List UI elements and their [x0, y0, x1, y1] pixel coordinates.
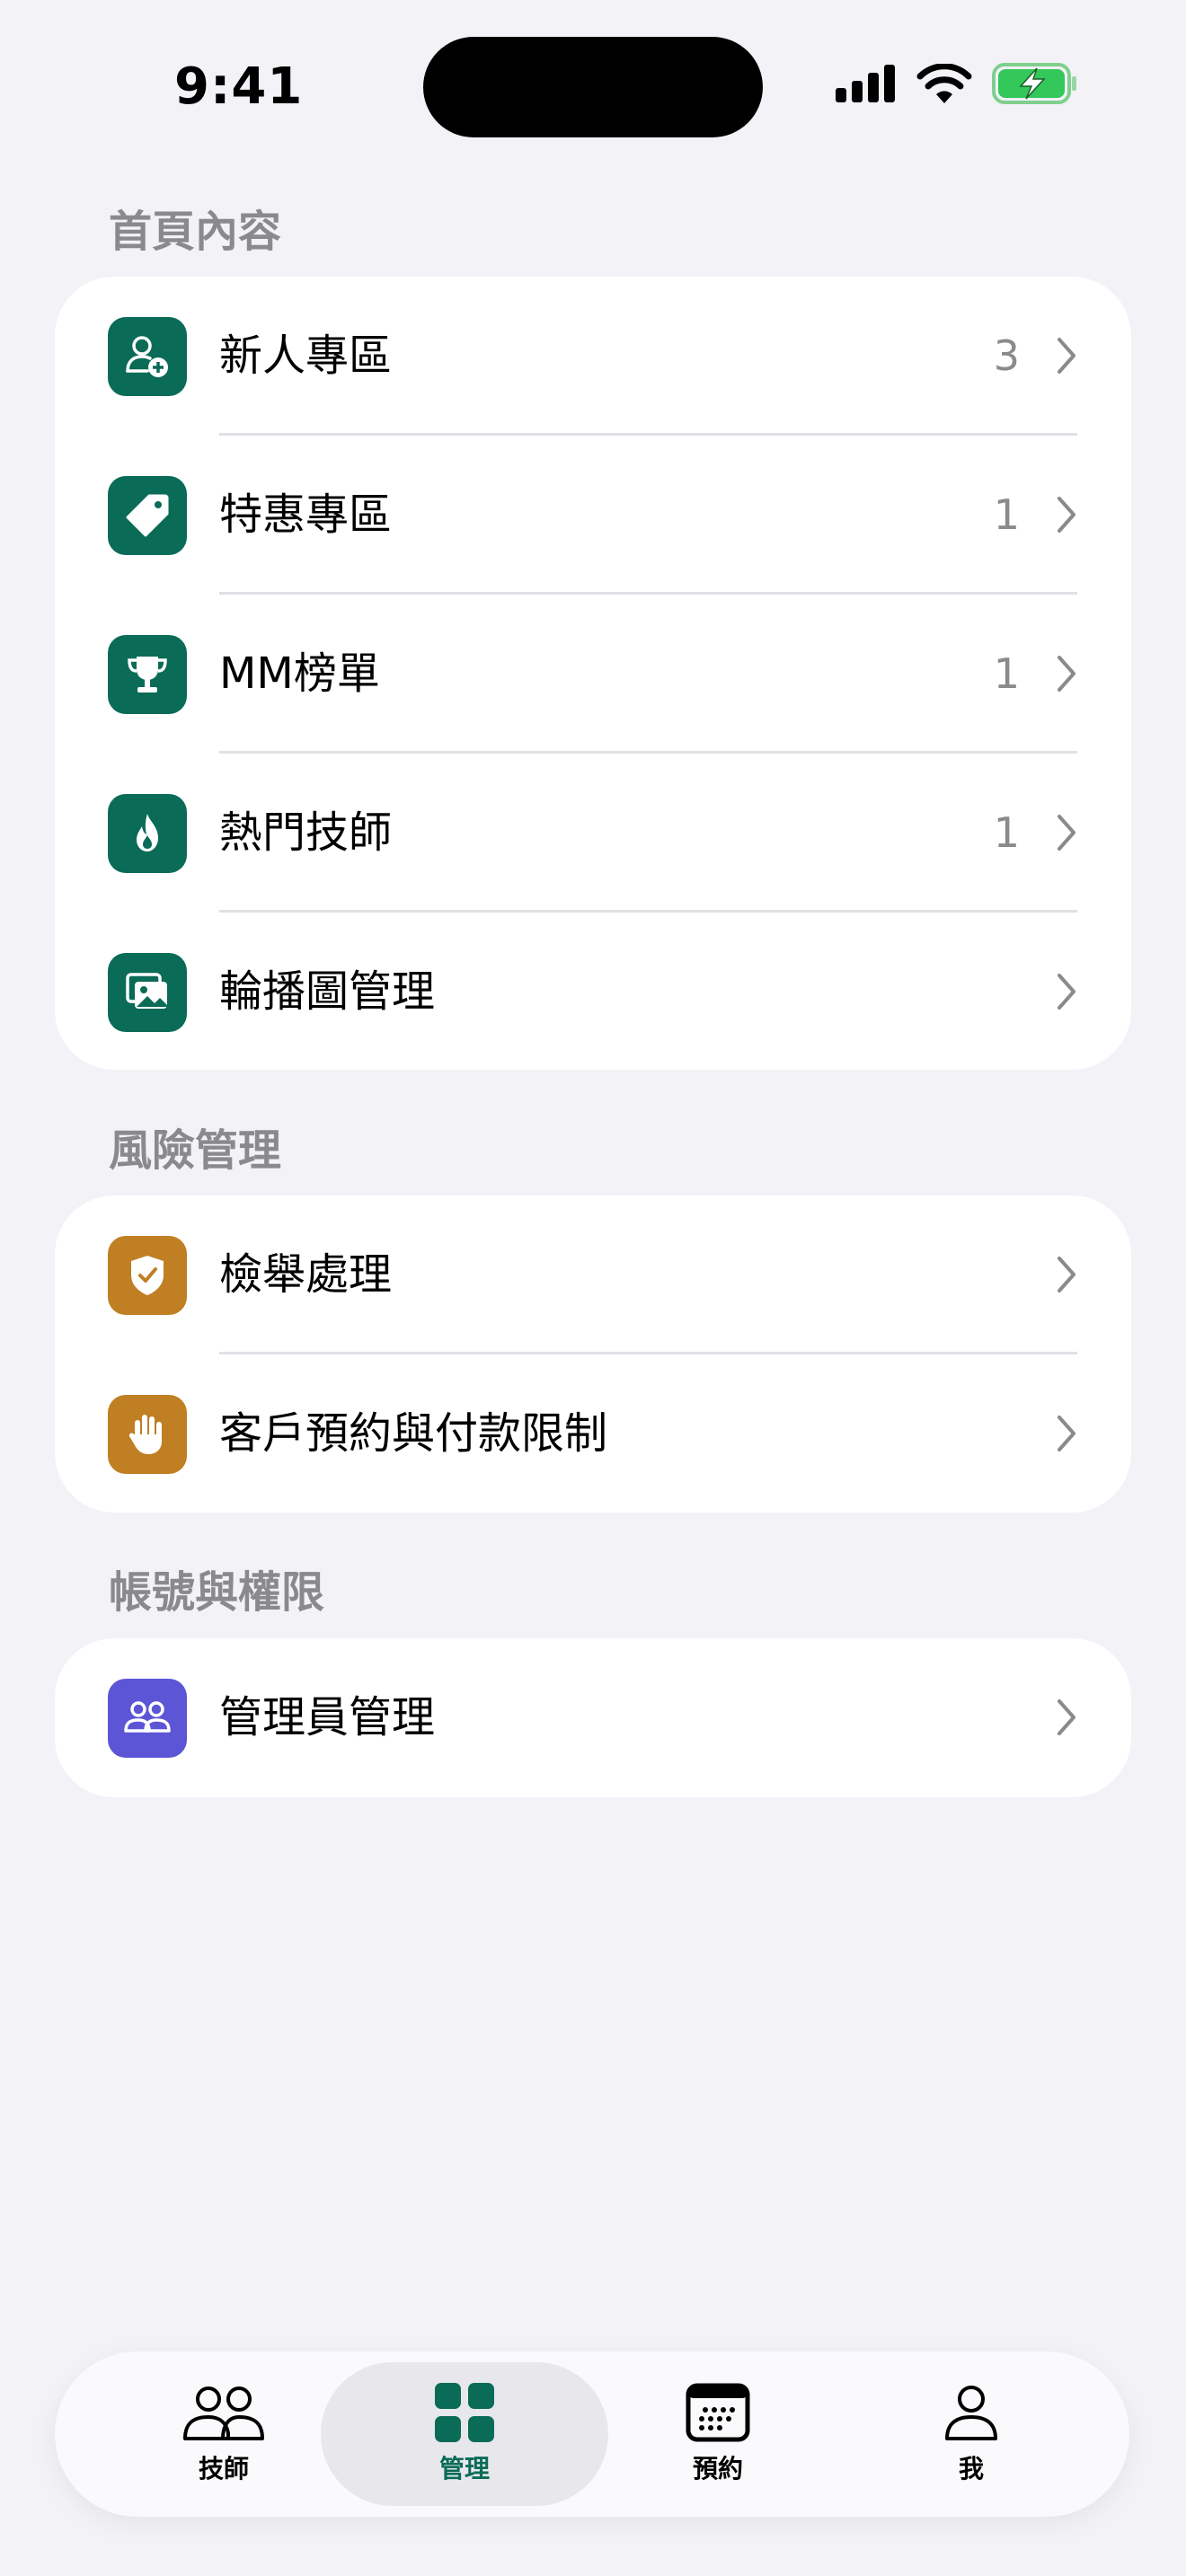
list-item-admin-management[interactable]: 管理員管理	[55, 1638, 1131, 1797]
list-item-label: 特惠專區	[219, 490, 393, 540]
list-item-label: 管理員管理	[219, 1692, 436, 1742]
chevron-right-icon	[1058, 1699, 1075, 1735]
person-icon	[945, 2386, 997, 2440]
home-content-card: 新人專區 3 特惠專區 1 MM榜單 1 熱門技師 1 輪播圖管理	[55, 277, 1131, 1070]
tab-label: 技師	[198, 2454, 249, 2483]
tab-label: 預約	[692, 2454, 743, 2483]
trophy-icon	[108, 635, 187, 714]
battery-charging-icon	[992, 63, 1076, 104]
tab-label: 我	[958, 2454, 984, 2483]
tab-bar: 技師 管理 預約 我	[55, 2351, 1129, 2517]
status-icons	[836, 63, 1078, 104]
chevron-right-icon	[1058, 815, 1075, 851]
tag-icon	[108, 476, 187, 555]
list-item-label: 客戶預約與付款限制	[219, 1408, 608, 1459]
tab-technicians[interactable]: 技師	[93, 2351, 354, 2517]
photo-stack-icon	[108, 953, 187, 1032]
calendar-icon	[686, 2383, 750, 2442]
people-icon	[108, 1679, 187, 1758]
list-item-count: 1	[993, 649, 1020, 698]
flame-icon	[108, 794, 187, 873]
tab-me[interactable]: 我	[841, 2351, 1102, 2517]
chevron-right-icon	[1058, 497, 1075, 533]
list-item-label: 熱門技師	[219, 807, 393, 858]
grid-icon	[435, 2383, 494, 2442]
hand-stop-icon	[108, 1395, 187, 1474]
list-item-count: 3	[993, 331, 1020, 380]
section-title-risk: 風險管理	[109, 1125, 282, 1176]
tab-bookings[interactable]: 預約	[588, 2351, 848, 2517]
list-item-count: 1	[993, 490, 1020, 539]
list-item-label: 輪播圖管理	[219, 966, 436, 1017]
section-title-account: 帳號與權限	[109, 1567, 325, 1618]
list-item-popular-technicians[interactable]: 熱門技師 1	[55, 754, 1131, 913]
dynamic-island	[423, 37, 763, 137]
chevron-right-icon	[1058, 656, 1075, 692]
list-item-mm-ranking[interactable]: MM榜單 1	[55, 595, 1131, 754]
shield-check-icon	[108, 1236, 187, 1315]
account-permissions-card: 管理員管理	[55, 1638, 1131, 1797]
list-item-label: 檢舉處理	[219, 1249, 393, 1300]
cellular-signal-icon	[836, 65, 895, 102]
people-icon	[183, 2386, 264, 2440]
chevron-right-icon	[1058, 338, 1075, 374]
list-item-label: 新人專區	[219, 331, 393, 381]
chevron-right-icon	[1058, 974, 1075, 1010]
wifi-icon	[916, 64, 972, 103]
list-item-special-offer[interactable]: 特惠專區 1	[55, 436, 1131, 595]
list-item-carousel-management[interactable]: 輪播圖管理	[55, 913, 1131, 1070]
list-item-label: MM榜單	[219, 648, 380, 699]
section-title-home: 首頁內容	[109, 207, 282, 257]
chevron-right-icon	[1058, 1416, 1075, 1451]
person-add-icon	[108, 317, 187, 396]
chevron-right-icon	[1058, 1257, 1075, 1292]
tab-label: 管理	[438, 2454, 490, 2483]
status-time: 9:41	[174, 57, 304, 116]
list-item-newcomer[interactable]: 新人專區 3	[55, 277, 1131, 436]
list-item-report-handling[interactable]: 檢舉處理	[55, 1195, 1131, 1354]
list-item-count: 1	[993, 808, 1020, 857]
risk-management-card: 檢舉處理 客戶預約與付款限制	[55, 1195, 1131, 1513]
tab-management[interactable]: 管理	[334, 2351, 595, 2517]
list-item-booking-payment-limits[interactable]: 客戶預約與付款限制	[55, 1354, 1131, 1513]
